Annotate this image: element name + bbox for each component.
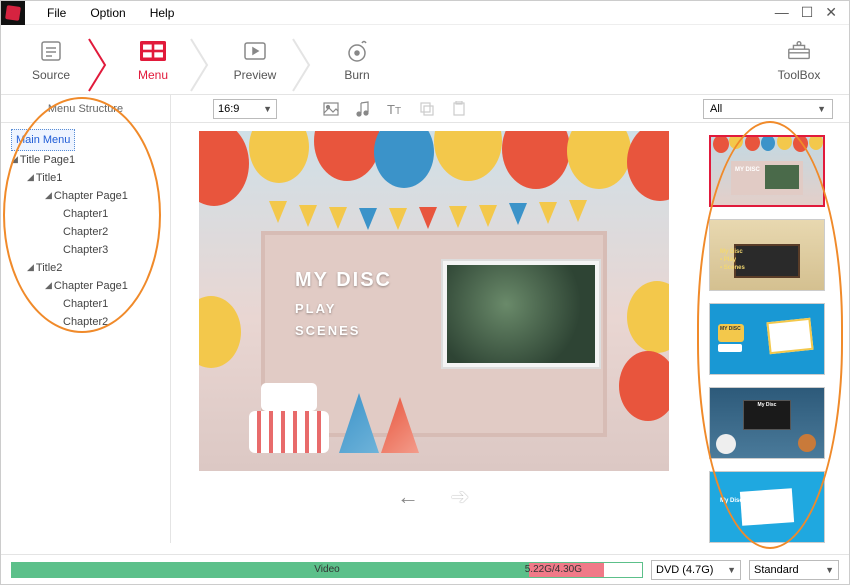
- collapse-icon: ◢: [11, 150, 18, 168]
- tree-title1[interactable]: ◢Title1: [7, 169, 164, 187]
- preview-nav: ← ➔: [394, 483, 474, 511]
- template-filter-value: All: [710, 103, 722, 115]
- paste-icon: [449, 99, 469, 119]
- tree-chapter-page1[interactable]: ◢Chapter Page1: [7, 277, 164, 295]
- capacity-video-label: Video: [314, 564, 339, 575]
- chapter-thumbnail[interactable]: [441, 259, 601, 369]
- app-icon: [1, 1, 25, 25]
- next-page-button[interactable]: ➔: [446, 483, 474, 511]
- menu-option[interactable]: Option: [78, 2, 137, 24]
- chevron-down-icon: ▼: [817, 104, 826, 114]
- window-controls: — ☐ ✕: [775, 4, 849, 21]
- main-row: Main Menu ◢Title Page1 ◢Title1 ◢Chapter …: [1, 123, 849, 543]
- tree-title-page1[interactable]: ◢Title Page1: [7, 151, 164, 169]
- aspect-ratio-value: 16:9: [218, 103, 239, 115]
- tree-title2[interactable]: ◢Title2: [7, 259, 164, 277]
- step-separator: [193, 35, 215, 85]
- collapse-icon: ◢: [45, 276, 52, 294]
- image-icon[interactable]: [321, 99, 341, 119]
- step-toolbar: Source Menu Preview Burn ToolBox: [1, 25, 849, 95]
- chevron-down-icon: ▼: [727, 565, 736, 575]
- quality-value: Standard: [754, 564, 799, 576]
- step-toolbox[interactable]: ToolBox: [759, 30, 839, 90]
- template-filter-select[interactable]: All ▼: [703, 99, 833, 119]
- disc-play-button[interactable]: PLAY: [295, 301, 336, 316]
- template-item[interactable]: MY DISC: [709, 135, 825, 207]
- menu-icon: [140, 38, 166, 64]
- maximize-icon[interactable]: ☐: [801, 4, 814, 21]
- cake-decoration: [249, 393, 329, 453]
- chevron-down-icon: ▼: [825, 565, 834, 575]
- disc-scenes-button[interactable]: SCENES: [295, 323, 360, 338]
- step-label: Source: [32, 68, 70, 82]
- collapse-icon: ◢: [27, 168, 34, 186]
- menu-structure-tree: Main Menu ◢Title Page1 ◢Title1 ◢Chapter …: [1, 123, 171, 543]
- step-label: ToolBox: [778, 68, 821, 82]
- collapse-icon: ◢: [45, 186, 52, 204]
- tree-chapter1[interactable]: Chapter1: [7, 205, 164, 223]
- menu-file[interactable]: File: [35, 2, 78, 24]
- templates-panel: MY DISC My Disc• Play• Scenes MY DISC My…: [697, 123, 849, 543]
- preview-area: MY DISC PLAY SCENES ← ➔: [171, 123, 697, 543]
- disc-type-value: DVD (4.7G): [656, 564, 713, 576]
- step-separator: [295, 35, 317, 85]
- tree-chapter3[interactable]: Chapter3: [7, 241, 164, 259]
- source-icon: [38, 38, 64, 64]
- burn-icon: [344, 38, 370, 64]
- disc-type-select[interactable]: DVD (4.7G) ▼: [651, 560, 741, 580]
- menu-help[interactable]: Help: [138, 2, 187, 24]
- music-icon[interactable]: [353, 99, 373, 119]
- tree-chapter-page1[interactable]: ◢Chapter Page1: [7, 187, 164, 205]
- step-label: Menu: [138, 68, 168, 82]
- tree-header: Menu Structure: [1, 95, 171, 123]
- capacity-size-label: 5.22G/4.30G: [525, 564, 582, 575]
- minimize-icon[interactable]: —: [775, 4, 789, 21]
- titlebar: File Option Help — ☐ ✕: [1, 1, 849, 25]
- step-menu[interactable]: Menu: [113, 30, 193, 90]
- template-item[interactable]: My Disc: [709, 471, 825, 543]
- preview-icon: [242, 38, 268, 64]
- svg-text:T: T: [387, 102, 395, 116]
- step-label: Preview: [234, 68, 277, 82]
- disc-capacity-bar: Video 5.22G/4.30G: [11, 562, 643, 578]
- titlebar-menu: File Option Help: [35, 2, 186, 24]
- text-icon[interactable]: TT: [385, 99, 405, 119]
- step-burn[interactable]: Burn: [317, 30, 397, 90]
- chevron-down-icon: ▼: [263, 104, 272, 114]
- tree-chapter2[interactable]: Chapter2: [7, 313, 164, 331]
- tree-chapter2[interactable]: Chapter2: [7, 223, 164, 241]
- quality-select[interactable]: Standard ▼: [749, 560, 839, 580]
- menu-preview-canvas[interactable]: MY DISC PLAY SCENES: [199, 131, 669, 471]
- close-icon[interactable]: ✕: [825, 4, 837, 21]
- step-source[interactable]: Source: [11, 30, 91, 90]
- midbar: Menu Structure 16:9 ▼ TT All ▼: [1, 95, 849, 123]
- aspect-ratio-select[interactable]: 16:9 ▼: [213, 99, 277, 119]
- template-item[interactable]: My Disc• Play• Scenes: [709, 219, 825, 291]
- copy-icon: [417, 99, 437, 119]
- tree-main-menu[interactable]: Main Menu: [7, 129, 164, 151]
- toolbox-icon: [786, 38, 812, 64]
- collapse-icon: ◢: [27, 258, 34, 276]
- step-preview[interactable]: Preview: [215, 30, 295, 90]
- statusbar: Video 5.22G/4.30G DVD (4.7G) ▼ Standard …: [1, 554, 849, 584]
- prev-page-button[interactable]: ←: [394, 483, 422, 511]
- template-item[interactable]: MY DISC: [709, 303, 825, 375]
- template-item[interactable]: My Disc: [709, 387, 825, 459]
- disc-title[interactable]: MY DISC: [295, 269, 392, 292]
- step-label: Burn: [344, 68, 369, 82]
- svg-text:T: T: [395, 106, 401, 116]
- tree-chapter1[interactable]: Chapter1: [7, 295, 164, 313]
- step-separator: [91, 35, 113, 85]
